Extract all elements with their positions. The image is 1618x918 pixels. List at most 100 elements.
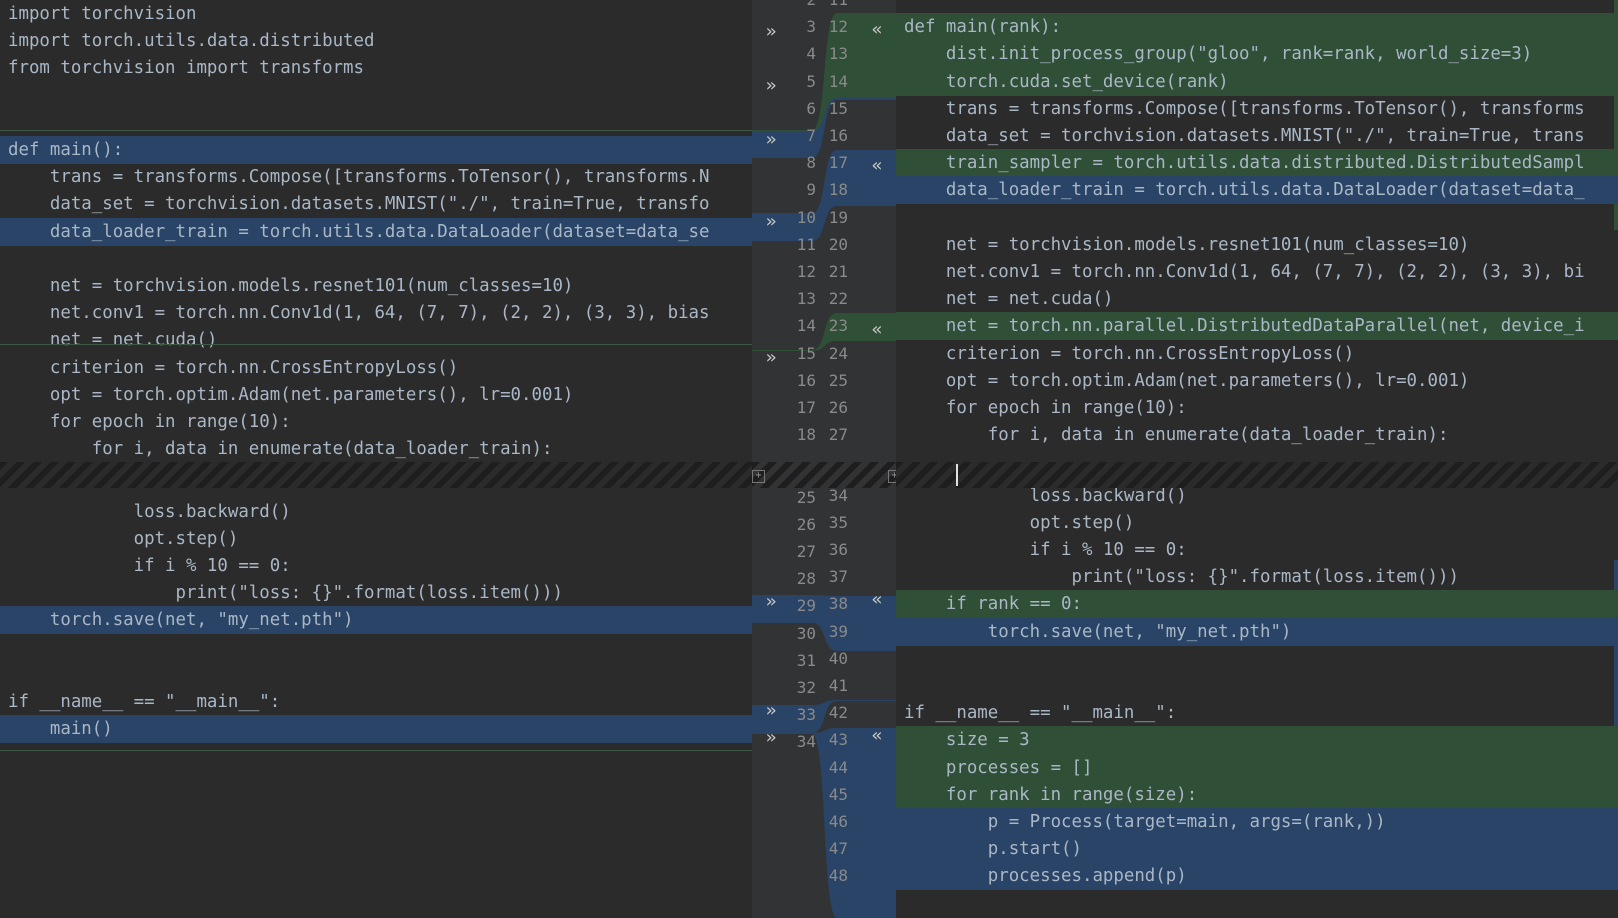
- left-code-line[interactable]: if i % 10 == 0:: [0, 552, 752, 580]
- right-code-text: if rank == 0:: [904, 594, 1082, 615]
- right-line-number: 23: [828, 316, 848, 336]
- right-code-line[interactable]: [896, 672, 1618, 700]
- right-code-line[interactable]: data_loader_train = torch.utils.data.Dat…: [896, 176, 1618, 205]
- right-code-text: train_sampler = torch.utils.data.distrib…: [904, 153, 1585, 174]
- left-code-line[interactable]: for epoch in range(10):: [0, 408, 752, 436]
- right-code-text: net.conv1 = torch.nn.Conv1d(1, 64, (7, 7…: [904, 262, 1585, 282]
- right-code-line[interactable]: def main(rank):: [896, 13, 1618, 42]
- right-code-line[interactable]: criterion = torch.nn.CrossEntropyLoss(): [896, 340, 1618, 368]
- apply-change-left-icon[interactable]: «: [868, 586, 886, 614]
- apply-change-left-icon[interactable]: «: [868, 16, 886, 44]
- right-code-line[interactable]: for i, data in enumerate(data_loader_tra…: [896, 421, 1618, 449]
- right-line-number: 12: [828, 17, 848, 37]
- expand-collapsed-icon[interactable]: +: [888, 470, 896, 483]
- left-editor-pane[interactable]: import torchvision import torch.utils.dat…: [0, 0, 752, 918]
- apply-change-left-icon[interactable]: «: [868, 316, 886, 344]
- left-code-line[interactable]: data_loader_train = torch.utils.data.Dat…: [0, 217, 752, 246]
- left-code-line[interactable]: [0, 109, 752, 137]
- right-code-line[interactable]: p = Process(target=main, args=(rank,)): [896, 808, 1618, 836]
- right-code-line[interactable]: dist.init_process_group("gloo", rank=ran…: [896, 40, 1618, 69]
- right-code-line[interactable]: data_set = torchvision.datasets.MNIST(".…: [896, 122, 1618, 150]
- apply-change-right-icon[interactable]: »: [762, 208, 780, 236]
- left-code-line[interactable]: for i, data in enumerate(data_loader_tra…: [0, 435, 752, 463]
- right-line-number: 13: [828, 44, 848, 64]
- apply-change-right-icon[interactable]: »: [762, 697, 780, 725]
- left-code-text: print("loss: {}".format(loss.item())): [8, 583, 563, 604]
- left-code-line[interactable]: [0, 634, 752, 662]
- apply-change-right-icon[interactable]: »: [762, 344, 780, 372]
- apply-change-left-icon[interactable]: «: [868, 722, 886, 750]
- left-code-line[interactable]: import torch.utils.data.distributed: [0, 27, 752, 55]
- left-code-text: def main():: [8, 140, 124, 160]
- apply-change-right-icon[interactable]: »: [762, 18, 780, 46]
- right-code-line[interactable]: if __name__ == "__main__":: [896, 699, 1618, 727]
- left-code-line[interactable]: net = torchvision.models.resnet101(num_c…: [0, 272, 752, 300]
- right-code-line[interactable]: if rank == 0:: [896, 590, 1618, 619]
- left-code-line[interactable]: [0, 661, 752, 689]
- right-code-line[interactable]: for epoch in range(10):: [896, 394, 1618, 422]
- left-code-line[interactable]: opt.step(): [0, 525, 752, 553]
- right-code-line[interactable]: [896, 204, 1618, 232]
- right-line-number: 39: [828, 621, 848, 641]
- left-code-line[interactable]: [0, 82, 752, 110]
- left-code-line[interactable]: trans = transforms.Compose([transforms.T…: [0, 163, 752, 191]
- apply-change-right-icon[interactable]: »: [762, 72, 780, 100]
- left-code-line[interactable]: opt = torch.optim.Adam(net.parameters(),…: [0, 381, 752, 409]
- left-code-text: opt.step(): [8, 528, 239, 549]
- left-code-line[interactable]: from torchvision import transforms: [0, 54, 752, 82]
- apply-change-right-icon[interactable]: »: [762, 126, 780, 154]
- left-code-text: if i % 10 == 0:: [8, 556, 291, 576]
- right-code-line[interactable]: if i % 10 == 0:: [896, 536, 1618, 564]
- text-caret: [956, 464, 958, 486]
- right-code-line[interactable]: train_sampler = torch.utils.data.distrib…: [896, 149, 1618, 178]
- right-code-line[interactable]: [896, 645, 1618, 673]
- right-code-line[interactable]: trans = transforms.Compose([transforms.T…: [896, 95, 1618, 123]
- right-code-line[interactable]: processes = []: [896, 753, 1618, 782]
- left-code-line[interactable]: import torchvision: [0, 0, 752, 28]
- left-code-line[interactable]: torch.save(net, "my_net.pth"): [0, 606, 752, 635]
- left-code-line[interactable]: def main():: [0, 136, 752, 164]
- apply-change-left-icon[interactable]: «: [868, 152, 886, 180]
- right-editor-pane[interactable]: def main(rank): dist.init_process_group(…: [896, 0, 1618, 918]
- left-code-line[interactable]: loss.backward(): [0, 498, 752, 526]
- left-code-line[interactable]: main(): [0, 715, 752, 744]
- right-code-line[interactable]: [896, 0, 1618, 14]
- collapsed-region-divider[interactable]: [896, 462, 1618, 488]
- apply-change-right-icon[interactable]: »: [762, 724, 780, 752]
- right-code-line[interactable]: for rank in range(size):: [896, 780, 1618, 809]
- right-code-line[interactable]: torch.cuda.set_device(rank): [896, 67, 1618, 96]
- right-code-line[interactable]: torch.save(net, "my_net.pth"): [896, 617, 1618, 646]
- apply-change-right-icon[interactable]: »: [762, 588, 780, 616]
- right-code-line[interactable]: net = net.cuda(): [896, 285, 1618, 313]
- left-code-line[interactable]: net.conv1 = torch.nn.Conv1d(1, 64, (7, 7…: [0, 299, 752, 327]
- right-code-line[interactable]: p.start(): [896, 835, 1618, 864]
- left-code-text: net = torchvision.models.resnet101(num_c…: [8, 276, 574, 296]
- right-line-number: 36: [828, 540, 848, 559]
- right-line-number: 20: [828, 234, 848, 254]
- expand-collapsed-icon[interactable]: +: [752, 470, 765, 483]
- right-code-text: size = 3: [904, 730, 1030, 751]
- left-code-line[interactable]: print("loss: {}".format(loss.item())): [0, 579, 752, 607]
- right-code-line[interactable]: processes.append(p): [896, 862, 1618, 891]
- left-code-line[interactable]: [0, 245, 752, 273]
- left-code-line[interactable]: criterion = torch.nn.CrossEntropyLoss(): [0, 354, 752, 382]
- left-code-line[interactable]: if __name__ == "__main__":: [0, 688, 752, 716]
- right-code-text: processes = []: [904, 757, 1093, 778]
- right-line-number: 22: [828, 289, 848, 309]
- right-code-text: opt = torch.optim.Adam(net.parameters(),…: [904, 370, 1470, 391]
- right-code-text: if __name__ == "__main__":: [904, 703, 1177, 724]
- right-code-line[interactable]: opt.step(): [896, 509, 1618, 537]
- right-line-number: 47: [828, 839, 848, 859]
- left-code-line[interactable]: net = net.cuda(): [0, 326, 752, 354]
- right-code-line[interactable]: opt = torch.optim.Adam(net.parameters(),…: [896, 367, 1618, 395]
- right-code-line[interactable]: net.conv1 = torch.nn.Conv1d(1, 64, (7, 7…: [896, 258, 1618, 286]
- left-code-text: import torchvision: [8, 4, 197, 24]
- right-code-line[interactable]: size = 3: [896, 726, 1618, 755]
- right-code-line[interactable]: print("loss: {}".format(loss.item())): [896, 563, 1618, 591]
- right-line-number: 14: [828, 71, 848, 91]
- right-line-number: 26: [828, 398, 848, 417]
- collapsed-region-divider[interactable]: [0, 462, 752, 488]
- right-code-line[interactable]: net = torchvision.models.resnet101(num_c…: [896, 231, 1618, 259]
- left-code-line[interactable]: data_set = torchvision.datasets.MNIST(".…: [0, 190, 752, 218]
- right-code-line[interactable]: net = torch.nn.parallel.DistributedDataP…: [896, 312, 1618, 341]
